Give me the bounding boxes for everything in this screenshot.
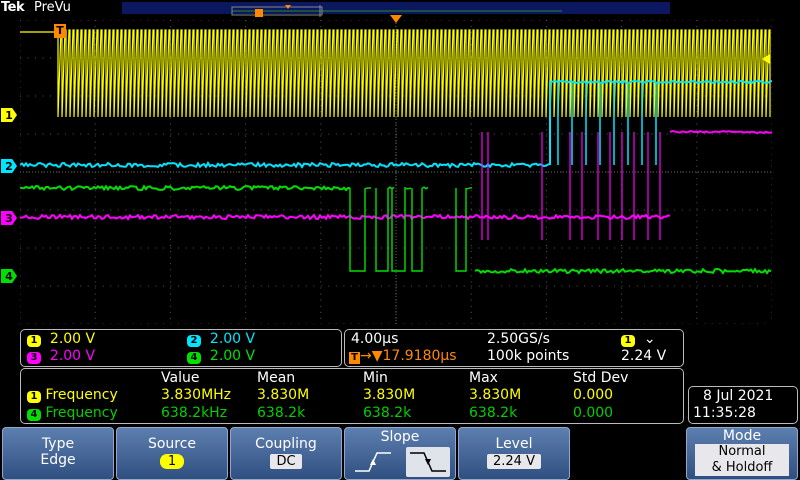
ch3-trace [20, 215, 670, 219]
menu-source-button[interactable]: Source 1 [116, 427, 228, 480]
acquisition-mode: PreVu [34, 0, 71, 15]
meas-ch1-mean: 3.830M [257, 387, 309, 403]
trigger-t-marker[interactable]: T [54, 24, 66, 38]
meas-ch1-stddev: 0.000 [573, 387, 613, 403]
trigger-t-icon: T [349, 352, 360, 364]
ch1-ground-marker[interactable]: 1 [1, 108, 17, 122]
col-header-max: Max [469, 370, 498, 386]
meas-ch4-mean: 638.2k [257, 405, 305, 421]
menu-coupling-button[interactable]: Coupling DC [230, 427, 342, 480]
menu-level-value: 2.24 V [487, 454, 541, 469]
brand-logo: Tek [1, 0, 24, 15]
menu-source-value: 1 [160, 454, 184, 469]
ch2-ground-marker[interactable]: 2 [1, 159, 17, 173]
datetime-box: 8 Jul 2021 11:35:28 [688, 386, 798, 424]
menu-type-button[interactable]: Type Edge [2, 427, 114, 480]
falling-edge-icon: ⌄ [644, 331, 656, 347]
menu-mode-value: Normal & Holdoff [695, 444, 789, 476]
falling-edge-icon[interactable] [406, 447, 450, 477]
menu-slope-button[interactable]: Slope [344, 427, 456, 480]
meas-row-ch1: 1 Frequency [27, 387, 118, 403]
ch3-scale: 3 2.00 V [27, 348, 95, 364]
ch4-trace [20, 186, 350, 190]
meas-ch1-value: 3.830MHz [161, 387, 231, 403]
meas-ch1-max: 3.830M [469, 387, 521, 403]
meas-ch1-min: 3.830M [363, 387, 415, 403]
menu-coupling-label: Coupling [231, 436, 341, 452]
col-header-mean: Mean [257, 370, 295, 386]
rising-edge-icon[interactable] [351, 447, 395, 477]
menu-level-button[interactable]: Level 2.24 V [458, 427, 570, 480]
ch1-trace [20, 30, 770, 117]
menu-type-value: Edge [3, 452, 113, 468]
ch1-scale: 1 2.00 V [27, 331, 95, 347]
col-header-stddev: Std Dev [573, 370, 628, 386]
meas-ch4-value: 638.2kHz [161, 405, 227, 421]
trigger-level: 2.24 V [621, 348, 666, 364]
ch3-ground-marker[interactable]: 3 [1, 211, 17, 225]
trigger-position: T →▼17.9180µs [349, 348, 457, 364]
vertical-scale-box[interactable]: 1 2.00 V 2 2.00 V 3 2.00 V 4 2.00 V [20, 329, 342, 367]
trigger-position-arrow-icon[interactable] [390, 15, 402, 25]
time: 11:35:28 [693, 405, 756, 421]
horizontal-trigger-box[interactable]: 4.00µs 2.50GS/s 1 ⌄ T →▼17.9180µs 100k po… [344, 329, 684, 367]
record-view-bar [122, 2, 670, 14]
trigger-source: 1 ⌄ [621, 331, 656, 347]
menu-mode-button[interactable]: Mode Normal & Holdoff [686, 427, 798, 480]
ch4-scale: 4 2.00 V [187, 348, 255, 364]
sample-rate: 2.50GS/s [487, 331, 550, 347]
menu-type-label: Type [3, 436, 113, 452]
menu-mode-label: Mode [687, 428, 797, 444]
waveform-display[interactable] [20, 20, 772, 324]
ch4-ground-marker[interactable]: 4 [1, 269, 17, 283]
record-length: 100k points [487, 348, 569, 364]
meas-row-ch4: 4 Frequency [27, 405, 118, 421]
meas-ch4-min: 638.2k [363, 405, 411, 421]
meas-ch4-max: 638.2k [469, 405, 517, 421]
menu-coupling-value: DC [270, 454, 301, 469]
col-header-min: Min [363, 370, 388, 386]
menu-source-label: Source [117, 436, 227, 452]
date: 8 Jul 2021 [703, 388, 773, 404]
col-header-value: Value [161, 370, 199, 386]
trigger-t-small [255, 9, 263, 17]
ch2-scale: 2 2.00 V [187, 331, 255, 347]
measurement-panel[interactable]: Value Mean Min Max Std Dev 1 Frequency 3… [20, 368, 684, 424]
time-scale: 4.00µs [351, 331, 398, 347]
trigger-level-arrow-icon[interactable] [760, 54, 770, 64]
menu-level-label: Level [459, 436, 569, 452]
menu-slope-label: Slope [345, 429, 455, 445]
meas-ch4-stddev: 0.000 [573, 405, 613, 421]
